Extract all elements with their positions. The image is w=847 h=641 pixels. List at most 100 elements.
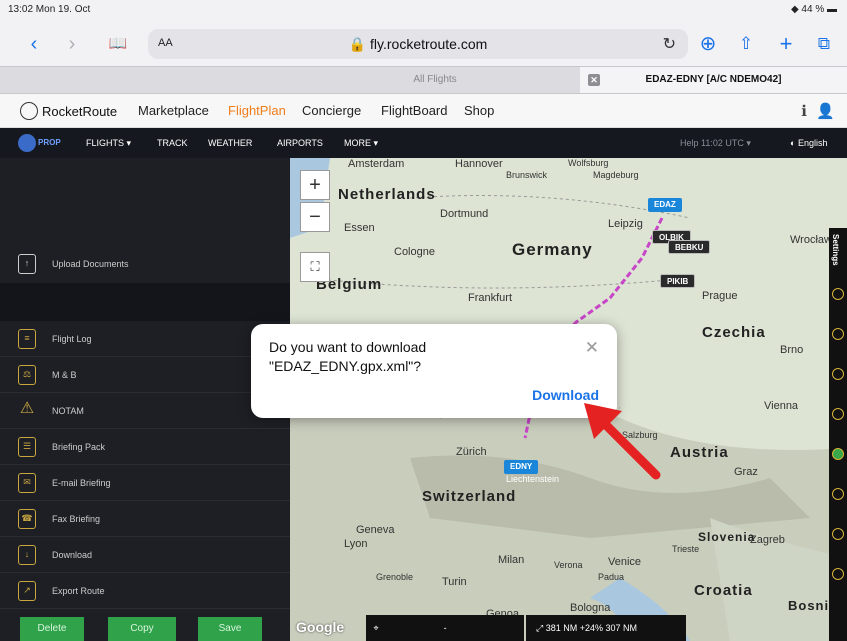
city-label: Venice: [608, 556, 642, 568]
fullscreen-icon[interactable]: ⛶: [300, 252, 330, 282]
sidebar-item-label: Flight Log: [52, 334, 92, 344]
city-label: Leipzig: [608, 218, 643, 230]
share-icon[interactable]: ⇧: [732, 30, 760, 58]
waypoint-pikib[interactable]: PIKIB: [660, 274, 696, 288]
menu-weather[interactable]: WEATHER: [208, 138, 252, 148]
waypoint-edaz[interactable]: EDAZ: [648, 198, 682, 212]
downloads-icon[interactable]: ⊕: [694, 30, 722, 58]
warning-icon: ⚠: [19, 400, 35, 417]
google-logo: Google: [296, 619, 345, 635]
tool-icon[interactable]: [832, 568, 844, 580]
nav-concierge[interactable]: Concierge: [302, 103, 361, 118]
sidebar-item-notam[interactable]: ⚠ NOTAM: [0, 393, 290, 429]
sidebar-item-email-briefing[interactable]: ✉ E-mail Briefing: [0, 465, 290, 501]
sidebar-item-label: Briefing Pack: [52, 442, 106, 452]
forward-icon[interactable]: ›: [58, 30, 86, 58]
city-label: Hannover: [455, 158, 503, 170]
tab-edaz-edny[interactable]: ✕ EDAZ-EDNY [A/C NDEMO42]: [580, 67, 847, 93]
menu-airports[interactable]: AIRPORTS: [277, 138, 323, 148]
language-select: English: [797, 138, 828, 148]
dialog-message: Do you want to download: [269, 339, 427, 355]
city-label: Brunswick: [506, 170, 548, 180]
menu-track[interactable]: TRACK: [157, 138, 188, 148]
sidebar-item-label: NOTAM: [52, 406, 84, 416]
copy-button[interactable]: Copy: [108, 617, 176, 641]
city-label: Lyon: [344, 538, 368, 550]
map-tools-strip: Settings: [829, 228, 847, 641]
reload-icon[interactable]: ↻: [663, 34, 676, 54]
menu-flights[interactable]: FLIGHTS ▾: [86, 138, 131, 149]
delete-button[interactable]: Delete: [20, 617, 84, 641]
tool-icon[interactable]: [832, 328, 844, 340]
info-icon[interactable]: ℹ: [801, 102, 807, 120]
email-icon: ✉: [18, 473, 36, 493]
tool-icon[interactable]: [832, 528, 844, 540]
address-bar[interactable]: AA 🔒 fly.rocketroute.com ↻: [148, 29, 688, 59]
city-label: Turin: [442, 576, 467, 588]
sidebar-item-label: E-mail Briefing: [52, 478, 111, 488]
app-nav-bar: PROP FLIGHTS ▾ TRACK WEATHER AIRPORTS MO…: [0, 128, 847, 158]
city-label: Dortmund: [440, 208, 489, 220]
export-icon: ↗: [18, 581, 36, 601]
nav-shop[interactable]: Shop: [464, 103, 494, 118]
lock-icon: 🔒: [348, 36, 367, 52]
menu-more[interactable]: MORE ▾: [344, 138, 378, 149]
close-icon[interactable]: ✕: [585, 338, 599, 358]
globe-icon: ◐: [790, 138, 796, 148]
tabs-overview-icon[interactable]: ⧉: [810, 30, 838, 58]
settings-tab[interactable]: Settings: [831, 234, 840, 266]
fax-icon: ☎: [18, 509, 36, 529]
nav-flightplan[interactable]: FlightPlan: [228, 103, 286, 118]
battery-indicator: ◆ 44 % ▬: [790, 4, 837, 15]
user-icon[interactable]: 👤: [816, 102, 835, 120]
zoom-in-button[interactable]: +: [300, 170, 330, 200]
sidebar-item-label: Fax Briefing: [52, 514, 101, 524]
tool-icon[interactable]: [832, 488, 844, 500]
red-arrow-annotation: [584, 403, 661, 480]
save-button[interactable]: Save: [198, 617, 262, 641]
tool-icon[interactable]: [832, 408, 844, 420]
city-label: Vienna: [764, 400, 799, 412]
sidebar-item-label: Export Route: [52, 586, 105, 596]
help-time[interactable]: Help 11:02 UTC ▾: [680, 138, 751, 149]
country-label: Switzerland: [422, 488, 517, 505]
nav-flightboard[interactable]: FlightBoard: [381, 103, 447, 118]
city-label: Graz: [734, 466, 758, 478]
tool-icon[interactable]: [832, 448, 844, 460]
sidebar-item-briefing-pack[interactable]: ☰ Briefing Pack: [0, 429, 290, 465]
waypoint-bebku[interactable]: BEBKU: [668, 240, 711, 254]
close-tab-icon[interactable]: ✕: [588, 74, 600, 86]
rocketroute-logo[interactable]: RocketRoute: [20, 102, 117, 120]
city-label: Brno: [780, 344, 804, 356]
new-tab-icon[interactable]: +: [772, 30, 800, 58]
tab-all-flights[interactable]: All Flights: [290, 67, 580, 93]
waypoint-edny[interactable]: EDNY: [504, 460, 539, 474]
sidebar-item-fax-briefing[interactable]: ☎ Fax Briefing: [0, 501, 290, 537]
download-dialog: Do you want to download "EDAZ_EDNY.gpx.x…: [251, 324, 617, 418]
city-label: Milan: [498, 554, 525, 566]
bookmarks-icon[interactable]: 📖: [104, 30, 132, 58]
balance-icon: ⚖: [18, 365, 36, 385]
zoom-out-button[interactable]: −: [300, 202, 330, 232]
upload-icon: ↑: [18, 254, 36, 274]
logo-icon: [20, 102, 38, 120]
tool-icon[interactable]: [832, 368, 844, 380]
crosshair-control[interactable]: ⌖ -: [366, 615, 524, 641]
back-icon[interactable]: ‹: [20, 30, 48, 58]
nav-marketplace[interactable]: Marketplace: [138, 103, 209, 118]
browser-toolbar: ‹ › 📖 AA 🔒 fly.rocketroute.com ↻ ⊕ ⇧ + ⧉: [0, 22, 847, 66]
country-label: Liechtenstein: [506, 474, 560, 484]
status-bar: 13:02 Mon 19. Oct ◆ 44 % ▬: [0, 0, 847, 22]
download-icon: ↓: [18, 545, 36, 565]
sidebar-item-flight-log[interactable]: ≡ Flight Log: [0, 321, 290, 357]
city-label: Trieste: [672, 544, 700, 554]
sidebar-item-export-route[interactable]: ↗ Export Route: [0, 573, 290, 609]
country-label: Austria: [670, 444, 729, 461]
sidebar-item-download[interactable]: ↓ Download: [0, 537, 290, 573]
city-label: Magdeburg: [593, 170, 639, 180]
tool-icon[interactable]: [832, 288, 844, 300]
clipboard-icon: ☰: [18, 437, 36, 457]
country-label: Germany: [512, 240, 593, 259]
sidebar-item-upload[interactable]: ↑ Upload Documents: [0, 246, 290, 282]
sidebar-item-mb[interactable]: ⚖ M & B: [0, 357, 290, 393]
